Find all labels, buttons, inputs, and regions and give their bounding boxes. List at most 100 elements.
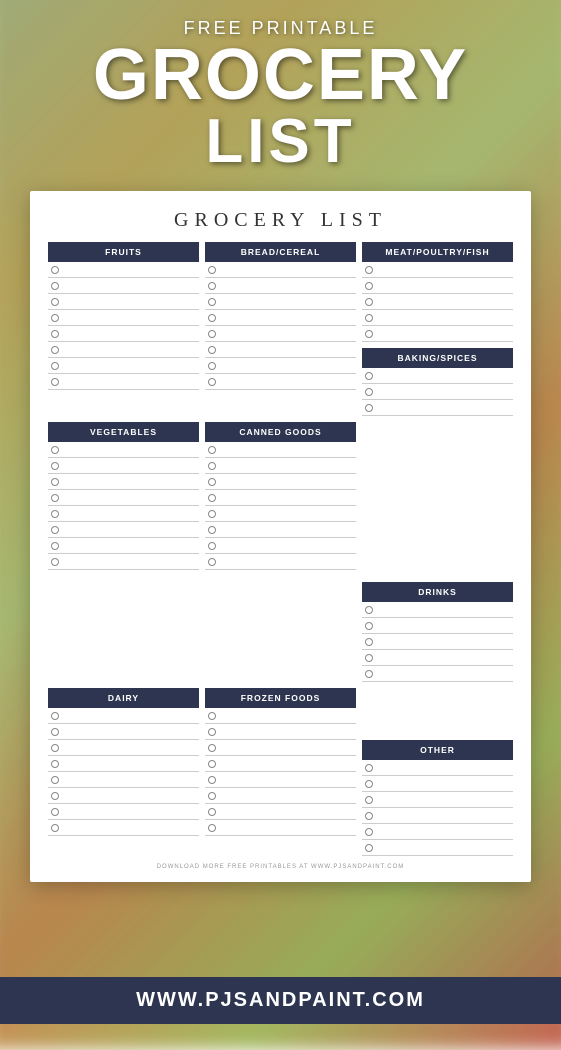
card-title: GROCERY LIST <box>48 209 513 232</box>
list-item <box>48 310 199 326</box>
list-item <box>362 310 513 326</box>
list-item <box>205 474 356 490</box>
list-item <box>205 756 356 772</box>
checkbox-icon <box>51 808 59 816</box>
list-item <box>205 278 356 294</box>
checkbox-icon <box>208 314 216 322</box>
checkbox-icon <box>365 606 373 614</box>
other-lines <box>362 760 513 856</box>
list-item <box>48 262 199 278</box>
list-item <box>362 602 513 618</box>
list-item <box>48 326 199 342</box>
checkbox-icon <box>208 446 216 454</box>
list-item <box>205 458 356 474</box>
list-item <box>362 400 513 416</box>
list-item <box>205 538 356 554</box>
meat-col: MEAT/POULTRY/FISH BAKING/SPICES <box>362 242 513 416</box>
checkbox-icon <box>208 298 216 306</box>
fruits-header: FRUITS <box>48 242 199 262</box>
list-item <box>48 506 199 522</box>
list-item <box>205 740 356 756</box>
list-item <box>48 374 199 390</box>
row-2: VEGETABLES CANNED GOODS <box>48 422 513 682</box>
row-1: FRUITS BREAD/CEREAL <box>48 242 513 416</box>
checkbox-icon <box>208 542 216 550</box>
list-item <box>48 358 199 374</box>
checkbox-icon <box>51 776 59 784</box>
checkbox-icon <box>365 372 373 380</box>
list-item <box>48 342 199 358</box>
dairy-col: DAIRY <box>48 688 199 856</box>
checkbox-icon <box>51 792 59 800</box>
fruits-col: FRUITS <box>48 242 199 416</box>
checkbox-icon <box>208 330 216 338</box>
list-item <box>205 262 356 278</box>
list-item <box>205 326 356 342</box>
list-item <box>48 538 199 554</box>
list-item <box>48 804 199 820</box>
list-item <box>48 278 199 294</box>
meat-header: MEAT/POULTRY/FISH <box>362 242 513 262</box>
list-item <box>362 666 513 682</box>
checkbox-icon <box>365 796 373 804</box>
checkbox-icon <box>51 478 59 486</box>
list-item <box>205 374 356 390</box>
header-list: LIST <box>10 111 551 173</box>
printable-card: GROCERY LIST FRUITS BREAD/CEREAL <box>30 191 531 882</box>
checkbox-icon <box>365 388 373 396</box>
list-item <box>362 294 513 310</box>
list-item <box>205 442 356 458</box>
list-item <box>362 840 513 856</box>
checkbox-icon <box>51 542 59 550</box>
checkbox-icon <box>365 828 373 836</box>
frozen-header: FROZEN FOODS <box>205 688 356 708</box>
card-footer: DOWNLOAD MORE FREE PRINTABLES AT WWW.PJS… <box>48 864 513 870</box>
list-item <box>362 776 513 792</box>
list-item <box>362 326 513 342</box>
list-item <box>362 808 513 824</box>
list-item <box>362 368 513 384</box>
list-item <box>205 820 356 836</box>
checkbox-icon <box>208 776 216 784</box>
checkbox-icon <box>51 266 59 274</box>
bottom-bar: WWW.PJSANDPAINT.COM <box>0 977 561 1024</box>
checkbox-icon <box>51 526 59 534</box>
checkbox-icon <box>51 494 59 502</box>
checkbox-icon <box>365 282 373 290</box>
vegetables-col: VEGETABLES <box>48 422 199 682</box>
list-item <box>48 490 199 506</box>
checkbox-icon <box>208 712 216 720</box>
list-item <box>205 554 356 570</box>
checkbox-icon <box>208 526 216 534</box>
list-item <box>362 824 513 840</box>
checkbox-icon <box>51 712 59 720</box>
dairy-lines <box>48 708 199 836</box>
list-item <box>48 554 199 570</box>
vegetables-lines <box>48 442 199 570</box>
list-item <box>362 760 513 776</box>
checkbox-icon <box>51 330 59 338</box>
list-item <box>362 262 513 278</box>
list-item <box>205 294 356 310</box>
list-item <box>48 708 199 724</box>
list-item <box>205 708 356 724</box>
checkbox-icon <box>51 314 59 322</box>
checkbox-icon <box>208 744 216 752</box>
list-item <box>48 772 199 788</box>
checkbox-icon <box>51 298 59 306</box>
checkbox-icon <box>51 282 59 290</box>
checkbox-icon <box>208 346 216 354</box>
frozen-col: FROZEN FOODS <box>205 688 356 856</box>
list-item <box>205 506 356 522</box>
checkbox-icon <box>208 558 216 566</box>
list-item <box>362 618 513 634</box>
bread-header: BREAD/CEREAL <box>205 242 356 262</box>
list-item <box>205 788 356 804</box>
list-item <box>48 294 199 310</box>
checkbox-icon <box>365 812 373 820</box>
list-item <box>48 724 199 740</box>
checkbox-icon <box>51 346 59 354</box>
checkbox-icon <box>208 462 216 470</box>
list-item <box>205 772 356 788</box>
checkbox-icon <box>365 844 373 852</box>
